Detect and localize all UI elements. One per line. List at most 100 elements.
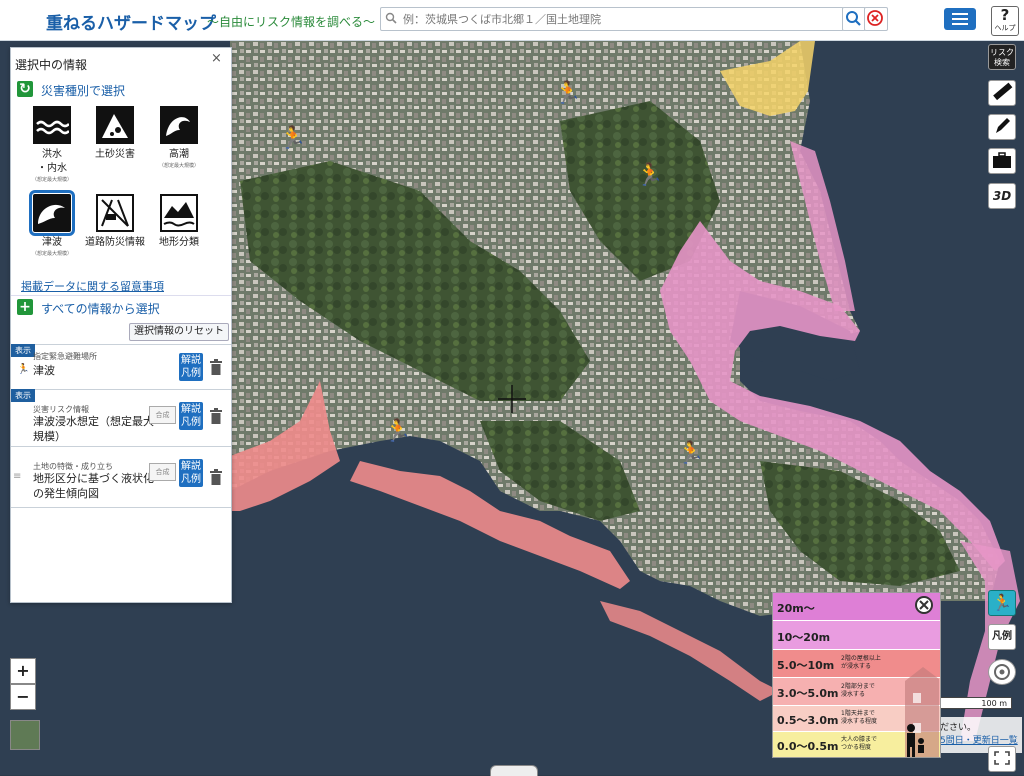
shelter-icon[interactable]: 🏃 [636,163,663,188]
hazard-label: ・内水 [37,163,67,174]
search-box [380,7,844,31]
reset-selection-button[interactable]: 選択情報のリセット [129,323,229,341]
layer-category: 指定緊急避難場所 [33,352,97,361]
search-button[interactable] [842,7,866,31]
legend-label: 凡例 [181,417,201,428]
help-label: ヘルプ [994,24,1016,32]
select-all-info-header[interactable]: + すべての情報から選択 [11,295,231,318]
legend-label: 凡例 [181,474,201,485]
legend-row: 20m～ [773,593,940,621]
layer-name: 津波浸水想定（想定最大 規模） [33,415,154,443]
legend-range: 20m～ [777,602,815,615]
current-location-button[interactable] [988,659,1016,685]
fullscreen-button[interactable] [988,746,1016,772]
refresh-icon: ↻ [17,81,33,97]
layer-item[interactable]: ≡ 土地の特徴・成り立ち 地形区分に基づく液状化 の発生傾向図 合成 解説 凡例 [11,446,231,508]
data-notice-link[interactable]: 掲載データに関する留意事項 [21,278,164,294]
toolbox-button[interactable] [988,148,1016,174]
explanation-legend-button[interactable]: 解説 凡例 [179,402,203,430]
legend-label: 凡例 [181,368,201,379]
legend-row: 10～20m [773,621,940,650]
storm-surge-icon [160,106,198,144]
zoom-out-button[interactable]: − [10,684,36,710]
panel-title: 選択中の情報 [15,58,88,72]
help-button[interactable]: ? ヘルプ [991,6,1019,36]
trash-icon[interactable] [209,408,223,424]
legend-range: 0.0～0.5m [777,740,839,753]
merge-button[interactable]: 合成 [149,463,176,481]
panel-close-button[interactable]: × [211,51,222,66]
hazard-landslide[interactable]: 土砂災害 [85,106,145,162]
zoom-in-button[interactable]: + [10,658,36,684]
locate-icon [994,664,1010,680]
header: 重ねるハザードマップ ～自由にリスク情報を調べる～ ? ヘルプ [0,0,1024,41]
legend-range: 0.5～3.0m [777,714,839,727]
explanation-legend-button[interactable]: 解説 凡例 [179,353,203,381]
ruler-icon [993,82,1013,101]
app-subtitle: ～自由にリスク情報を調べる～ [207,15,376,29]
hazard-storm-surge[interactable]: 高潮 （想定最大規模） [149,106,209,170]
menu-button[interactable] [944,8,976,30]
search-icon [846,11,861,26]
legend-range: 5.0～10m [777,659,835,672]
risk-search-button[interactable]: リスク検索 [988,44,1016,70]
shelter-toggle-button[interactable]: 🏃 [988,590,1016,616]
hazard-label: 土砂災害 [95,149,135,160]
layer-item[interactable]: 表示 指定緊急避難場所 🏃 津波 解説 凡例 [11,344,231,389]
shelter-icon[interactable]: 🏃 [554,81,581,106]
hazard-label: 道路防災情報 [85,237,145,248]
search-icon [385,12,397,24]
legend-close-button[interactable] [915,596,933,614]
legend-toggle-button[interactable]: 凡例 [988,624,1016,650]
bottom-panel-toggle[interactable] [490,765,538,776]
hazard-label: 津波 [42,237,62,248]
explanation-label: 解説 [181,461,201,472]
drag-handle[interactable]: ≡ [13,471,21,482]
layer-item[interactable]: 表示 災害リスク情報 津波浸水想定（想定最大 規模） 合成 解説 凡例 [11,389,231,446]
shelter-icon[interactable]: 🏃 [677,441,704,466]
hazard-label: 地形分類 [159,237,199,248]
help-icon: ? [1000,6,1010,24]
explanation-legend-button[interactable]: 解説 凡例 [179,459,203,487]
footer-text: ださい。 [940,723,977,733]
merge-button[interactable]: 合成 [149,406,176,424]
draw-button[interactable] [988,114,1016,140]
plus-icon: + [17,299,33,315]
layer-name: 津波 [33,364,55,377]
landform-icon [160,194,198,232]
update-list-link[interactable]: 5問日・更新日一覧 [938,733,1022,746]
road-disaster-icon [96,194,134,232]
visible-badge[interactable]: 表示 [11,389,35,402]
pencil-icon [996,118,1010,133]
visible-badge[interactable]: 表示 [11,344,35,357]
hazard-road[interactable]: 道路防災情報 [85,194,145,250]
select-by-hazard-label: 災害種別で選択 [41,84,126,98]
basemap-switch-button[interactable] [10,720,40,750]
hazard-tsunami[interactable]: 津波 （想定最大規模） [22,190,82,258]
search-input[interactable] [401,9,835,29]
shelter-icon[interactable]: 🏃 [384,419,411,444]
hazard-note: （想定最大規模） [31,251,72,257]
landslide-icon [96,106,134,144]
legend-desc: 1階天井まで 浸水する程度 [841,710,878,725]
clear-icon [867,10,883,26]
layer-name: 地形区分に基づく液状化 の発生傾向図 [33,472,154,500]
trash-icon[interactable] [209,469,223,485]
legend-desc: 2階の屋根以上 が浸水する [841,655,881,670]
hazard-landform[interactable]: 地形分類 [149,194,209,250]
measure-button[interactable] [988,80,1016,106]
hazard-label: 高潮 [169,149,189,160]
select-all-info-label: すべての情報から選択 [41,302,160,316]
clear-search-button[interactable] [864,7,888,31]
legend-range: 10～20m [777,631,831,644]
hazard-flood[interactable]: 洪水 ・内水 （想定最大規模） [22,106,82,184]
legend-range: 3.0～5.0m [777,687,839,700]
select-by-hazard-header[interactable]: ↻ 災害種別で選択 [11,78,231,100]
app-title[interactable]: 重ねるハザードマップ [46,9,216,34]
explanation-label: 解説 [181,355,201,366]
toolbox-icon [993,152,1011,168]
3d-button[interactable]: 3D [988,183,1016,209]
trash-icon[interactable] [209,359,223,375]
hazard-note: （想定最大規模） [158,163,199,169]
shelter-icon[interactable]: 🏃 [279,126,306,151]
